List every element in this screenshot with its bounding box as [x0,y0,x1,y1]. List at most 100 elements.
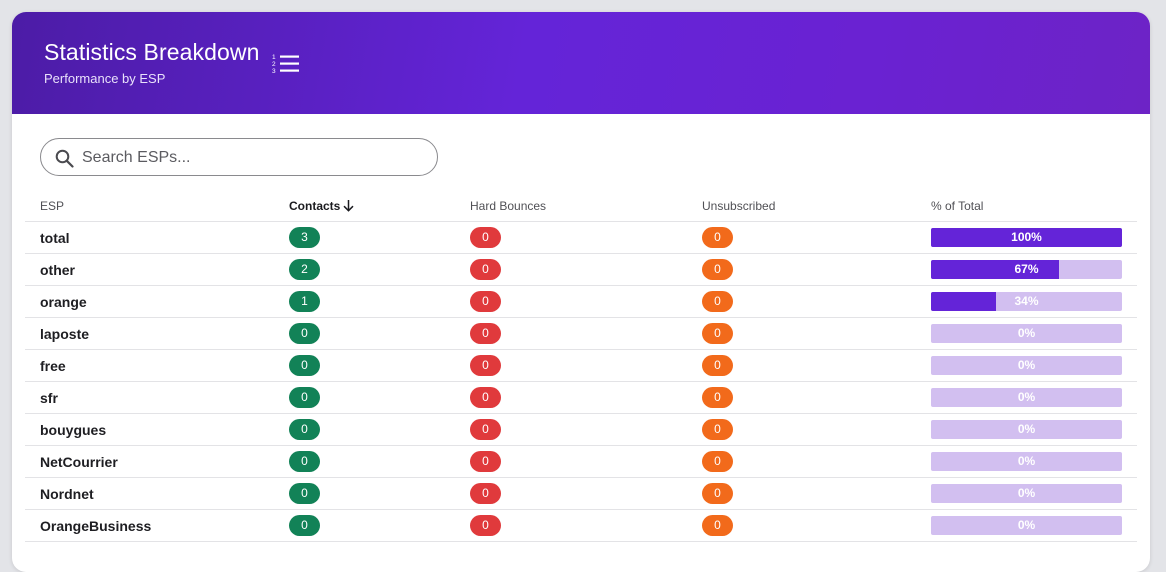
unsubscribed-cell: 0 [687,445,916,478]
esp-stats-table: ESP Contacts Hard Bounces Unsubscribed %… [25,190,1137,542]
unsubscribed-cell: 0 [687,253,916,286]
unsubscribed-cell: 0 [687,349,916,382]
page-title: Statistics Breakdown [44,39,260,65]
table-row[interactable]: NetCourrier 0 0 0 0% [25,445,1137,478]
column-header-esp[interactable]: ESP [25,190,274,222]
percent-cell: 34% [916,285,1137,318]
table-header-row: ESP Contacts Hard Bounces Unsubscribed %… [25,190,1137,222]
percent-bar: 34% [931,292,1122,311]
column-header-percent-total[interactable]: % of Total [916,190,1137,222]
esp-name: other [25,253,274,286]
hard-bounces-cell: 0 [455,253,687,286]
hard-bounces-cell: 0 [455,413,687,446]
percent-label: 0% [1017,358,1036,372]
unsubscribed-badge: 0 [702,483,733,504]
hard-bounces-badge: 0 [470,387,501,408]
contacts-cell: 0 [274,445,455,478]
hard-bounces-cell: 0 [455,285,687,318]
card-header: Statistics Breakdown Performance by ESP … [12,12,1150,114]
statistics-card: Statistics Breakdown Performance by ESP … [12,12,1150,572]
table-row[interactable]: free 0 0 0 0% [25,349,1137,382]
table-row[interactable]: other 2 0 0 67% [25,253,1137,286]
percent-bar: 0% [931,516,1122,535]
column-header-unsubscribed[interactable]: Unsubscribed [687,190,916,222]
percent-label: 0% [1017,454,1036,468]
contacts-badge: 0 [289,323,320,344]
percent-bar: 0% [931,420,1122,439]
page-subtitle: Performance by ESP [44,71,166,86]
esp-name: bouygues [25,413,274,446]
percent-cell: 0% [916,413,1137,446]
numbered-list-icon[interactable]: 1 2 3 [271,51,301,77]
hard-bounces-badge: 0 [470,483,501,504]
table-row[interactable]: total 3 0 0 100% [25,221,1137,254]
table-row[interactable]: Nordnet 0 0 0 0% [25,477,1137,510]
contacts-cell: 1 [274,285,455,318]
hard-bounces-cell: 0 [455,509,687,542]
percent-cell: 0% [916,477,1137,510]
hard-bounces-badge: 0 [470,323,501,344]
hard-bounces-badge: 0 [470,419,501,440]
unsubscribed-badge: 0 [702,259,733,280]
unsubscribed-cell: 0 [687,381,916,414]
hard-bounces-cell: 0 [455,221,687,254]
contacts-badge: 0 [289,355,320,376]
hard-bounces-badge: 0 [470,515,501,536]
unsubscribed-badge: 0 [702,419,733,440]
hard-bounces-badge: 0 [470,291,501,312]
unsubscribed-badge: 0 [702,227,733,248]
svg-text:3: 3 [272,68,276,75]
percent-label: 67% [1014,262,1039,276]
hard-bounces-badge: 0 [470,451,501,472]
percent-bar: 0% [931,484,1122,503]
percent-cell: 0% [916,445,1137,478]
contacts-cell: 2 [274,253,455,286]
table-row[interactable]: OrangeBusiness 0 0 0 0% [25,509,1137,542]
percent-cell: 0% [916,509,1137,542]
table-row[interactable]: bouygues 0 0 0 0% [25,413,1137,446]
unsubscribed-badge: 0 [702,323,733,344]
hard-bounces-cell: 0 [455,381,687,414]
contacts-badge: 0 [289,451,320,472]
unsubscribed-cell: 0 [687,317,916,350]
percent-bar: 0% [931,388,1122,407]
hard-bounces-cell: 0 [455,445,687,478]
unsubscribed-badge: 0 [702,515,733,536]
svg-text:2: 2 [272,61,276,68]
percent-bar: 0% [931,356,1122,375]
table-row[interactable]: laposte 0 0 0 0% [25,317,1137,350]
percent-label: 34% [1014,294,1039,308]
unsubscribed-cell: 0 [687,509,916,542]
contacts-cell: 0 [274,509,455,542]
esp-name: orange [25,285,274,318]
unsubscribed-badge: 0 [702,291,733,312]
hard-bounces-badge: 0 [470,227,501,248]
percent-cell: 100% [916,221,1137,254]
esp-name: laposte [25,317,274,350]
search-icon [55,149,74,168]
unsubscribed-cell: 0 [687,477,916,510]
percent-label: 0% [1017,486,1036,500]
table-row[interactable]: sfr 0 0 0 0% [25,381,1137,414]
hard-bounces-badge: 0 [470,259,501,280]
hard-bounces-cell: 0 [455,349,687,382]
unsubscribed-badge: 0 [702,451,733,472]
table-row[interactable]: orange 1 0 0 34% [25,285,1137,318]
percent-cell: 0% [916,349,1137,382]
percent-bar: 0% [931,452,1122,471]
percent-bar: 0% [931,324,1122,343]
esp-name: NetCourrier [25,445,274,478]
contacts-badge: 3 [289,227,320,248]
percent-cell: 67% [916,253,1137,286]
search-box[interactable] [40,138,438,176]
column-header-contacts-label: Contacts [289,198,341,213]
column-header-contacts[interactable]: Contacts [274,190,455,222]
search-input[interactable] [80,145,424,171]
percent-bar: 67% [931,260,1122,279]
hard-bounces-cell: 0 [455,477,687,510]
contacts-cell: 0 [274,477,455,510]
percent-label: 0% [1017,326,1036,340]
contacts-cell: 0 [274,317,455,350]
column-header-hard-bounces[interactable]: Hard Bounces [455,190,687,222]
esp-name: total [25,221,274,254]
